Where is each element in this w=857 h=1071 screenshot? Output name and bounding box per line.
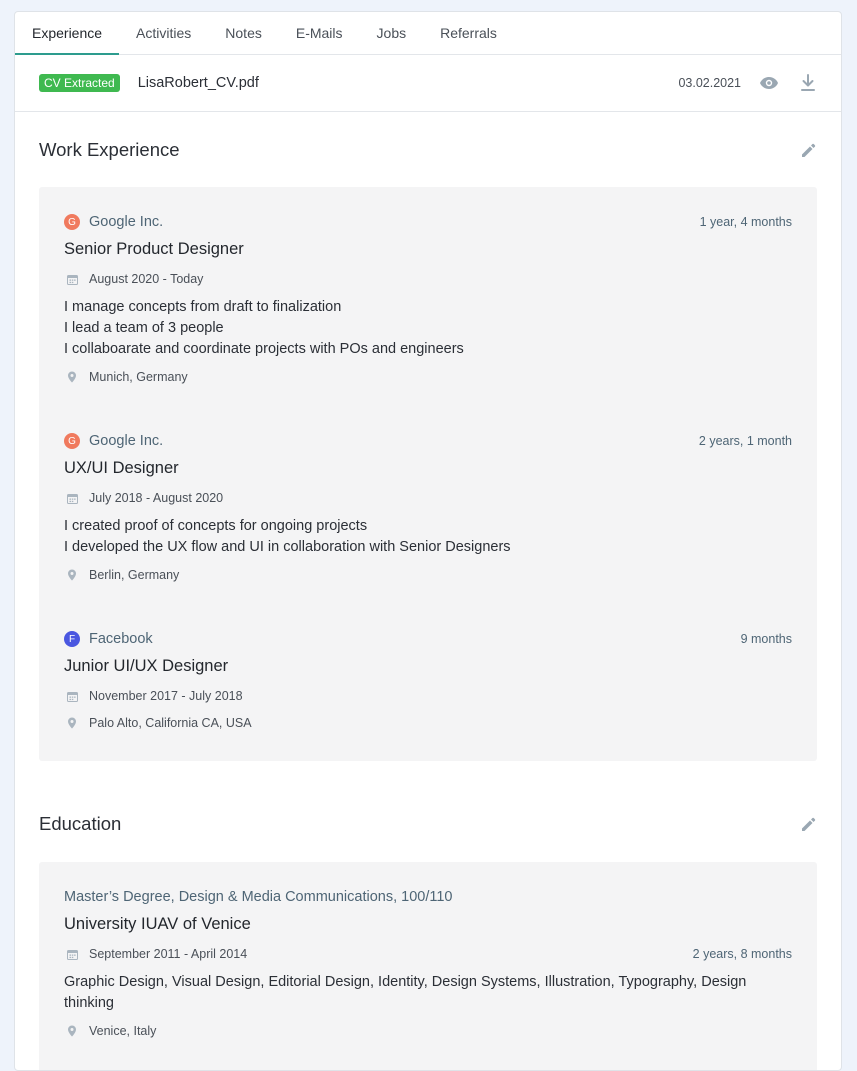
job-duration: 2 years, 1 month — [698, 434, 792, 448]
job-dates-row: November 2017 - July 2018 — [64, 688, 792, 704]
tab-emails[interactable]: E-Mails — [296, 12, 343, 54]
tab-bar: Experience Activities Notes E-Mails Jobs… — [15, 12, 841, 55]
location-pin-icon — [64, 371, 80, 383]
job-dates: July 2018 - August 2020 — [89, 491, 224, 505]
cv-upload-date: 03.02.2021 — [678, 76, 741, 90]
description-line: I manage concepts from draft to finaliza… — [64, 299, 342, 315]
candidate-card: Experience Activities Notes E-Mails Jobs… — [14, 11, 842, 1071]
job-duration: 1 year, 4 months — [699, 215, 792, 229]
cv-extracted-badge: CV Extracted — [39, 74, 120, 92]
job-location-row: Berlin, Germany — [64, 567, 792, 583]
location-pin-icon — [64, 569, 80, 581]
job-location-row: Munich, Germany — [64, 369, 792, 385]
job-title: Junior UI/UX Designer — [64, 657, 229, 675]
location-pin-icon — [64, 717, 80, 729]
calendar-icon — [64, 949, 80, 960]
education-location-row: Venice, Italy — [64, 1023, 792, 1039]
work-entry: G Google Inc. 2 years, 1 month UX/UI Des… — [64, 431, 792, 583]
tab-activities[interactable]: Activities — [136, 12, 191, 54]
calendar-icon — [64, 691, 80, 702]
job-dates: August 2020 - Today — [89, 272, 204, 286]
education-duration: 2 years, 8 months — [692, 947, 792, 961]
job-duration: 9 months — [740, 632, 792, 646]
job-title: UX/UI Designer — [64, 459, 179, 477]
description-line: thinking — [64, 995, 114, 1011]
download-icon[interactable] — [800, 74, 816, 92]
work-experience-title: Work Experience — [39, 139, 180, 160]
tab-jobs[interactable]: Jobs — [377, 12, 407, 54]
education-panel: Master’s Degree, Design & Media Communic… — [39, 862, 817, 1070]
job-dates-row: August 2020 - Today — [64, 271, 792, 287]
job-description: I manage concepts from draft to finaliza… — [64, 297, 792, 360]
pencil-icon[interactable] — [800, 816, 817, 833]
job-dates-row: July 2018 - August 2020 — [64, 490, 792, 506]
job-location-row: Palo Alto, California CA, USA — [64, 715, 792, 731]
job-location: Munich, Germany — [89, 370, 188, 384]
education-dates-row: September 2011 - April 2014 2 years, 8 m… — [64, 946, 792, 962]
job-location: Berlin, Germany — [89, 568, 180, 582]
description-line: I collaboarate and coordinate projects w… — [64, 341, 464, 357]
education-dates: September 2011 - April 2014 — [89, 947, 248, 961]
work-entry: G Google Inc. 1 year, 4 months Senior Pr… — [64, 212, 792, 385]
company-name[interactable]: Facebook — [89, 631, 153, 647]
tab-referrals[interactable]: Referrals — [440, 12, 497, 54]
degree-title: Master’s Degree, Design & Media Communic… — [64, 889, 453, 905]
description-line: Graphic Design, Visual Design, Editorial… — [64, 974, 747, 990]
location-pin-icon — [64, 1025, 80, 1037]
facebook-logo-icon: F — [64, 631, 80, 647]
job-title: Senior Product Designer — [64, 240, 244, 258]
education-location: Venice, Italy — [89, 1024, 157, 1038]
calendar-icon — [64, 274, 80, 285]
cv-filename[interactable]: LisaRobert_CV.pdf — [138, 75, 259, 91]
work-experience-panel: G Google Inc. 1 year, 4 months Senior Pr… — [39, 187, 817, 761]
work-entry: F Facebook 9 months Junior UI/UX Designe… — [64, 629, 792, 731]
google-logo-icon: G — [64, 214, 80, 230]
tab-notes[interactable]: Notes — [225, 12, 262, 54]
company-name[interactable]: Google Inc. — [89, 214, 163, 230]
google-logo-icon: G — [64, 433, 80, 449]
company-name[interactable]: Google Inc. — [89, 433, 163, 449]
school-name: University IUAV of Venice — [64, 915, 251, 933]
job-dates: November 2017 - July 2018 — [89, 689, 243, 703]
education-description: Graphic Design, Visual Design, Editorial… — [64, 972, 792, 1014]
description-line: I developed the UX flow and UI in collab… — [64, 539, 511, 555]
cv-file-bar: CV Extracted LisaRobert_CV.pdf 03.02.202… — [15, 55, 841, 112]
education-entry: Master’s Degree, Design & Media Communic… — [64, 887, 792, 1039]
work-experience-header: Work Experience — [15, 138, 841, 162]
job-location: Palo Alto, California CA, USA — [89, 716, 252, 730]
job-description: I created proof of concepts for ongoing … — [64, 516, 792, 558]
pencil-icon[interactable] — [800, 142, 817, 159]
education-title: Education — [39, 813, 122, 834]
calendar-icon — [64, 493, 80, 504]
tab-experience[interactable]: Experience — [15, 12, 120, 55]
eye-icon[interactable] — [759, 76, 779, 90]
description-line: I lead a team of 3 people — [64, 320, 224, 336]
description-line: I created proof of concepts for ongoing … — [64, 518, 368, 534]
education-header: Education — [15, 812, 841, 836]
